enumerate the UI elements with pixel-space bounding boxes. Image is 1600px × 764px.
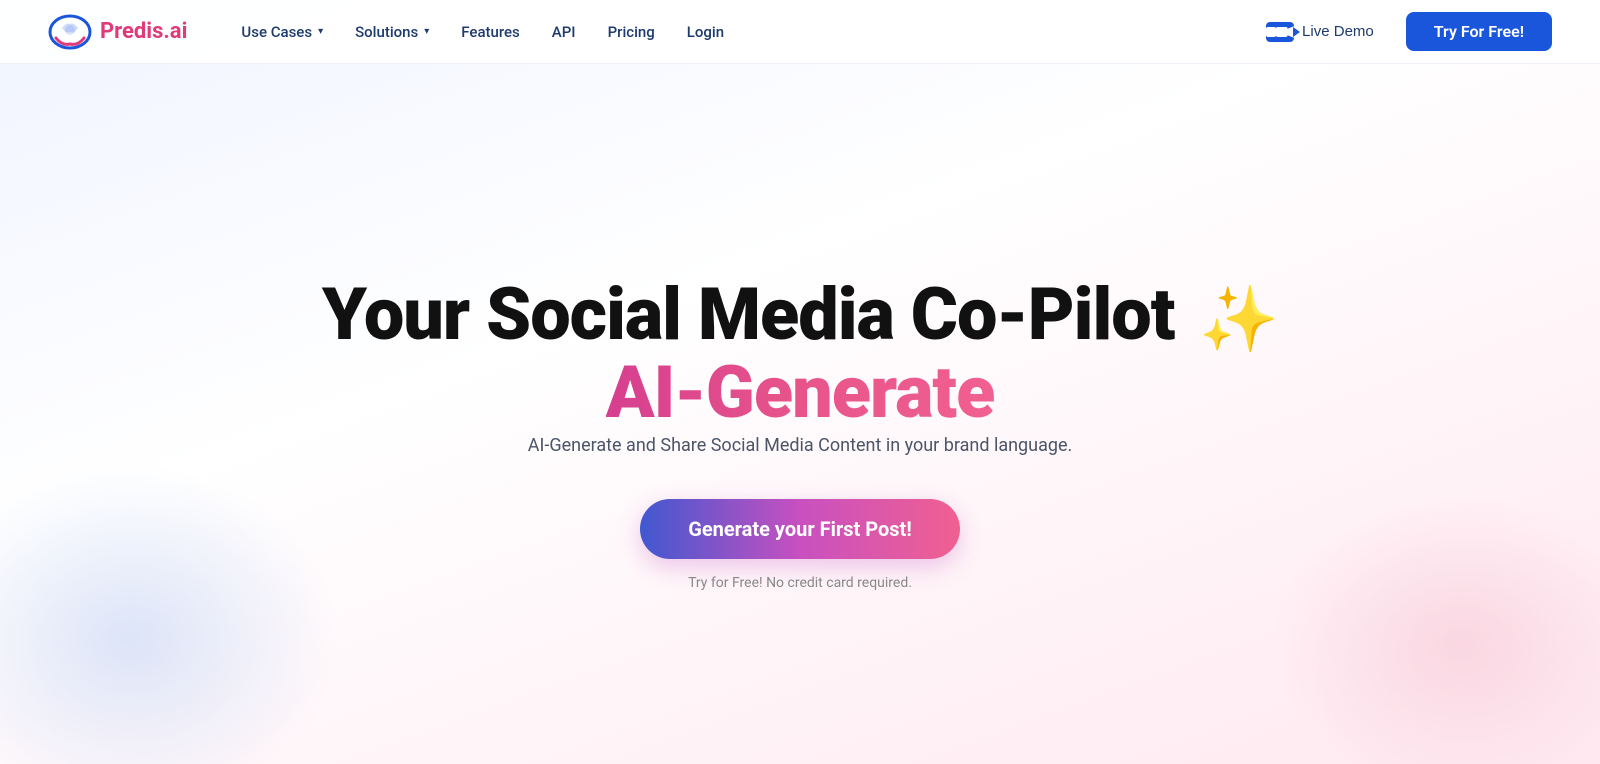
- hero-title-line2: AI-Generate: [606, 350, 995, 435]
- use-cases-chevron-icon: ▾: [318, 26, 323, 37]
- solutions-label: Solutions: [355, 23, 418, 41]
- nav-right: Live Demo Try For Free!: [1250, 12, 1552, 51]
- nav-login[interactable]: Login: [673, 15, 738, 49]
- live-demo-button[interactable]: Live Demo: [1250, 14, 1390, 50]
- video-camera-icon: [1266, 22, 1294, 42]
- generate-post-button[interactable]: Generate your First Post!: [640, 499, 960, 559]
- logo-text: Predis.ai: [100, 19, 187, 44]
- nav-pricing[interactable]: Pricing: [594, 15, 669, 49]
- nav-api[interactable]: API: [538, 15, 590, 49]
- logo-dot: .ai: [163, 19, 187, 44]
- hero-free-note: Try for Free! No credit card required.: [688, 575, 912, 591]
- hero-subtitle: AI-Generate and Share Social Media Conte…: [528, 432, 1073, 459]
- hero-title-line1-text: Your Social Media Co-Pilot: [322, 272, 1175, 357]
- logo-link[interactable]: Predis.ai: [48, 10, 187, 54]
- nav-use-cases[interactable]: Use Cases ▾: [227, 15, 337, 49]
- solutions-chevron-icon: ▾: [424, 26, 429, 37]
- nav-features[interactable]: Features: [447, 15, 533, 49]
- login-label: Login: [687, 23, 724, 41]
- nav-links: Use Cases ▾ Solutions ▾ Features API Pri…: [227, 15, 1250, 49]
- navbar: Predis.ai Use Cases ▾ Solutions ▾ Featur…: [0, 0, 1600, 64]
- pricing-label: Pricing: [608, 23, 655, 41]
- use-cases-label: Use Cases: [241, 23, 312, 41]
- live-demo-label: Live Demo: [1302, 23, 1374, 40]
- sparkle-icon: ✨: [1199, 288, 1278, 352]
- logo-predis: Predis: [100, 19, 163, 44]
- features-label: Features: [461, 23, 519, 41]
- page-wrapper: Predis.ai Use Cases ▾ Solutions ▾ Featur…: [0, 0, 1600, 764]
- hero-section: Your Social Media Co-Pilot ✨ AI-Generate…: [0, 64, 1600, 764]
- hero-title-line1: Your Social Media Co-Pilot ✨: [322, 272, 1278, 357]
- logo-icon: [48, 10, 92, 54]
- nav-solutions[interactable]: Solutions ▾: [341, 15, 443, 49]
- api-label: API: [552, 23, 576, 41]
- try-free-button[interactable]: Try For Free!: [1406, 12, 1552, 51]
- hero-title: Your Social Media Co-Pilot ✨ AI-Generate: [322, 277, 1278, 432]
